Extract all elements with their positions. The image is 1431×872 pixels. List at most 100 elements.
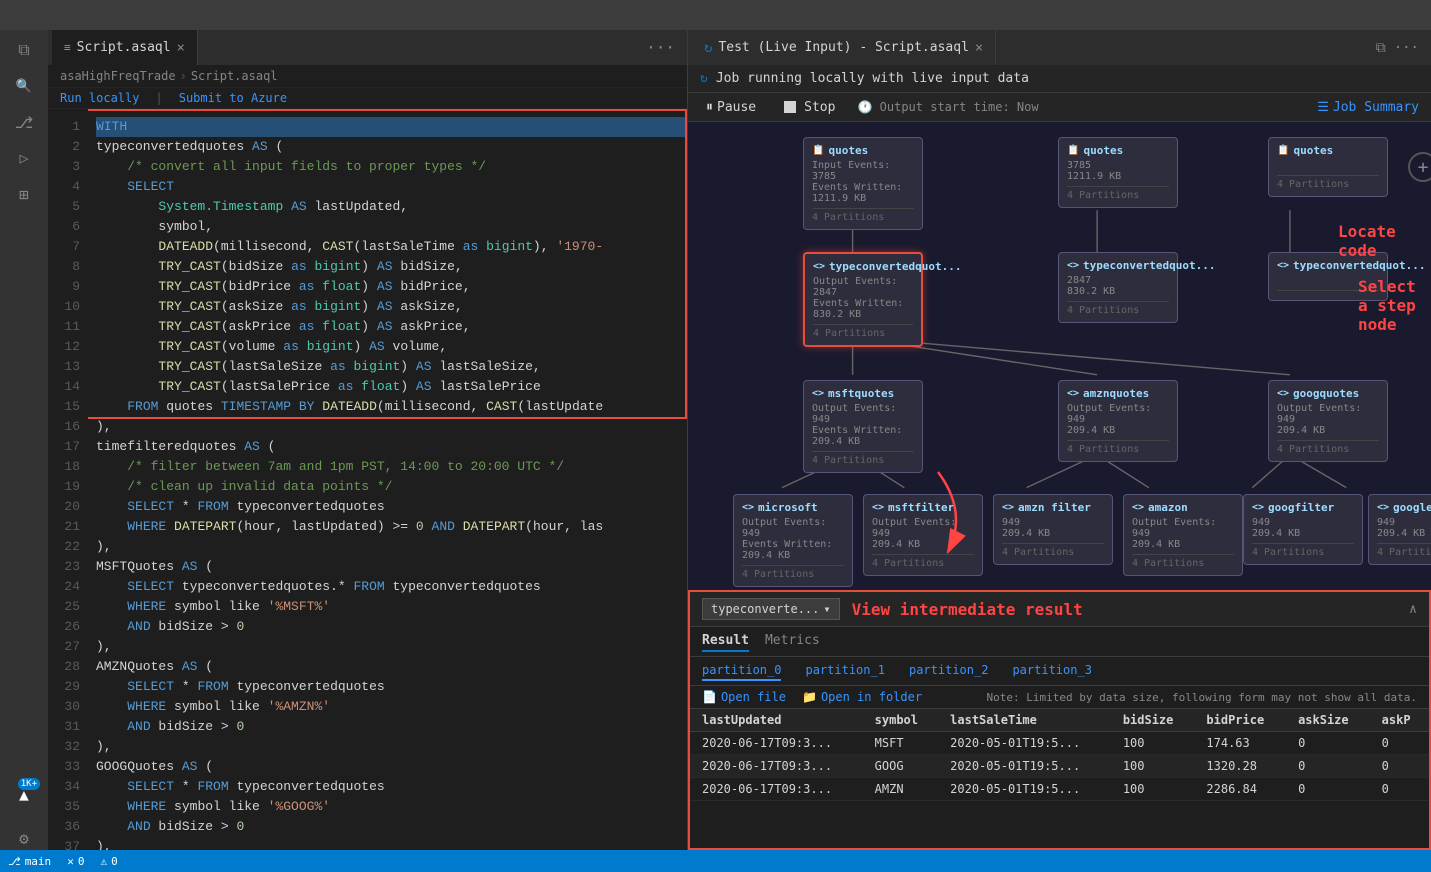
- code-line-2: typeconvertedquotes AS (: [96, 137, 687, 157]
- file-icon: 📄: [702, 690, 717, 704]
- warning-count: ⚠ 0: [100, 855, 117, 868]
- code-line-11: TRY_CAST(askPrice as float) AS askPrice,: [96, 317, 687, 337]
- cell-askSize: 0: [1286, 778, 1370, 801]
- code-line-4: SELECT: [96, 177, 687, 197]
- run-icon[interactable]: ▷: [12, 146, 36, 170]
- collapse-icon[interactable]: ∧: [1409, 602, 1417, 617]
- pause-button[interactable]: ⏸ Pause: [700, 97, 762, 117]
- quotes-node-mid[interactable]: 📋 quotes 37851211.9 KB 4 Partitions: [1058, 137, 1178, 208]
- test-tab-close[interactable]: ×: [975, 40, 983, 56]
- cell-bidPrice: 1320.28: [1194, 755, 1286, 778]
- partition-3-tab[interactable]: partition_3: [1012, 661, 1091, 681]
- pause-icon: ⏸: [706, 99, 713, 115]
- quotes-node-right[interactable]: 📋 quotes 4 Partitions: [1268, 137, 1388, 197]
- amznfilter-node[interactable]: <> amzn filter 949209.4 KB 4 Partitions: [993, 494, 1113, 565]
- settings-icon[interactable]: ⚙: [12, 826, 36, 850]
- cell-askSize: 0: [1286, 732, 1370, 755]
- diagram-area[interactable]: 📋 quotes Input Events: 3785Events Writte…: [688, 122, 1431, 590]
- typeconverted-node-mid[interactable]: <> typeconvertedquot... 2847830.2 KB 4 P…: [1058, 252, 1178, 323]
- submit-azure-link[interactable]: Submit to Azure: [179, 91, 287, 105]
- select-step-annotation: Select a step node: [1358, 277, 1431, 334]
- quotes-node-left[interactable]: 📋 quotes Input Events: 3785Events Writte…: [803, 137, 923, 230]
- code-editor[interactable]: 12345 678910 1112131415 1617181920 21222…: [48, 109, 687, 850]
- results-table[interactable]: lastUpdated symbol lastSaleTime bidSize …: [690, 709, 1429, 848]
- error-count: ✕ 0: [67, 855, 84, 868]
- add-node-button[interactable]: +: [1408, 152, 1431, 182]
- job-summary-button[interactable]: ☰ Job Summary: [1317, 100, 1419, 115]
- open-file-label: Open file: [721, 690, 786, 704]
- chevron-down-icon: ▾: [823, 602, 830, 616]
- code-line-15: FROM quotes TIMESTAMP BY DATEADD(millise…: [96, 397, 687, 417]
- open-folder-label: Open in folder: [821, 690, 922, 704]
- asa-badge: 1K+: [18, 778, 40, 790]
- msftquotes-node[interactable]: <> msftquotes Output Events: 949Events W…: [803, 380, 923, 473]
- cell-symbol: AMZN: [863, 778, 939, 801]
- code-tab-close[interactable]: ×: [177, 40, 185, 56]
- stop-button[interactable]: Stop: [778, 98, 841, 117]
- metrics-tab[interactable]: Metrics: [765, 631, 820, 652]
- asa-icon[interactable]: ▲ 1K+: [12, 782, 36, 806]
- microsoft-node[interactable]: <> microsoft Output Events: 949Events Wr…: [733, 494, 853, 587]
- test-tab[interactable]: ↻ Test (Live Input) - Script.asaql ×: [692, 30, 996, 65]
- extensions-icon[interactable]: ⊞: [12, 182, 36, 206]
- file-actions: 📄 Open file 📁 Open in folder Note: Limit…: [690, 686, 1429, 709]
- code-line-30: WHERE symbol like '%AMZN%': [96, 697, 687, 717]
- code-line-31: AND bidSize > 0: [96, 717, 687, 737]
- clock-icon: 🕐: [857, 100, 872, 114]
- amznquotes-node[interactable]: <> amznquotes Output Events: 949209.4 KB…: [1058, 380, 1178, 462]
- col-askP: askP: [1370, 709, 1429, 732]
- result-tab[interactable]: Result: [702, 631, 749, 652]
- table-row: 2020-06-17T09:3...AMZN2020-05-01T19:5...…: [690, 778, 1429, 801]
- code-line-21: WHERE DATEPART(hour, lastUpdated) >= 0 A…: [96, 517, 687, 537]
- code-line-37: ),: [96, 837, 687, 850]
- googfilter-node[interactable]: <> googfilter 949209.4 KB 4 Partitions: [1243, 494, 1363, 565]
- node-selector-dropdown[interactable]: typeconverte... ▾: [702, 598, 840, 620]
- split-editor-icon[interactable]: ⧉: [1376, 40, 1386, 56]
- run-locally-link[interactable]: Run locally: [60, 91, 139, 105]
- msftfilter-node[interactable]: <> msftfilter Output Events: 949209.4 KB…: [863, 494, 983, 576]
- source-control-icon[interactable]: ⎇: [12, 110, 36, 134]
- diagram-results-container: 📋 quotes Input Events: 3785Events Writte…: [688, 122, 1431, 850]
- amazon-node[interactable]: <> amazon Output Events: 949209.4 KB 4 P…: [1123, 494, 1243, 576]
- code-line-24: SELECT typeconvertedquotes.* FROM typeco…: [96, 577, 687, 597]
- line-numbers: 12345 678910 1112131415 1617181920 21222…: [48, 109, 88, 850]
- partition-0-tab[interactable]: partition_0: [702, 661, 781, 681]
- partition-1-tab[interactable]: partition_1: [805, 661, 884, 681]
- code-line-36: AND bidSize > 0: [96, 817, 687, 837]
- cell-askP: 0: [1370, 778, 1429, 801]
- test-tab-label: Test (Live Input) - Script.asaql: [718, 40, 968, 55]
- open-file-button[interactable]: 📄 Open file: [702, 690, 786, 704]
- cell-bidPrice: 2286.84: [1194, 778, 1286, 801]
- search-icon[interactable]: 🔍: [12, 74, 36, 98]
- code-line-25: WHERE symbol like '%MSFT%': [96, 597, 687, 617]
- typeconverted-node-selected[interactable]: <> typeconvertedquot... Output Events: 2…: [803, 252, 923, 347]
- cell-bidPrice: 174.63: [1194, 732, 1286, 755]
- tab-overflow-menu[interactable]: ···: [638, 38, 683, 57]
- open-folder-button[interactable]: 📁 Open in folder: [802, 690, 922, 704]
- job-spin-icon: ↻: [700, 71, 708, 86]
- breadcrumb-file[interactable]: Script.asaql: [191, 69, 278, 83]
- breadcrumb-root[interactable]: asaHighFreqTrade: [60, 69, 176, 83]
- window-title-bar: [0, 0, 1431, 30]
- code-line-27: ),: [96, 637, 687, 657]
- cell-lastUpdated: 2020-06-17T09:3...: [690, 778, 863, 801]
- job-status-bar: ↻ Job running locally with live input da…: [688, 65, 1431, 93]
- more-actions-icon[interactable]: ···: [1394, 40, 1419, 56]
- col-symbol: symbol: [863, 709, 939, 732]
- code-text[interactable]: WITH typeconvertedquotes AS ( /* convert…: [88, 109, 687, 850]
- code-line-19: /* clean up invalid data points */: [96, 477, 687, 497]
- col-bidPrice: bidPrice: [1194, 709, 1286, 732]
- control-bar: ⏸ Pause Stop 🕐 Output start time: Now ☰ …: [688, 93, 1431, 122]
- google-node[interactable]: <> google 949209.4 KB 4 Partitions: [1368, 494, 1431, 565]
- cell-lastSaleTime: 2020-05-01T19:5...: [938, 755, 1111, 778]
- code-tab[interactable]: ≡ Script.asaql ×: [52, 30, 198, 65]
- results-tabs: Result Metrics: [690, 627, 1429, 657]
- files-icon[interactable]: ⧉: [12, 38, 36, 62]
- googquotes-node[interactable]: <> googquotes Output Events: 949209.4 KB…: [1268, 380, 1388, 462]
- code-line-35: WHERE symbol like '%GOOG%': [96, 797, 687, 817]
- cell-bidSize: 100: [1111, 778, 1195, 801]
- branch-indicator[interactable]: ⎇ main: [8, 855, 51, 868]
- partition-2-tab[interactable]: partition_2: [909, 661, 988, 681]
- cell-symbol: MSFT: [863, 732, 939, 755]
- output-time-text: Output start time: Now: [880, 100, 1039, 114]
